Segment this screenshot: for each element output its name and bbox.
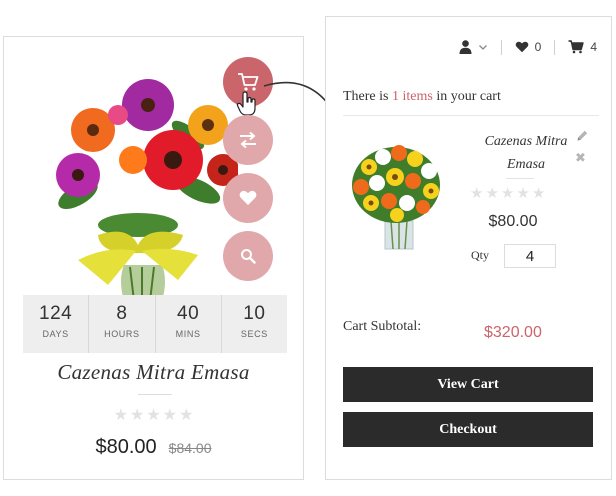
pencil-icon[interactable]: [576, 129, 589, 142]
countdown-value: 8: [116, 303, 128, 324]
countdown-label: SECS: [240, 329, 268, 339]
countdown-label: DAYS: [42, 329, 69, 339]
divider: [343, 115, 599, 116]
cart-item-price: $80.00: [488, 213, 538, 230]
countdown-mins: 40 MINS: [156, 295, 222, 353]
star-icon: ★: [485, 184, 499, 202]
divider: [138, 394, 172, 395]
star-icon: ★: [113, 405, 128, 424]
message-suffix: in your cart: [436, 89, 501, 104]
separator: [500, 39, 502, 55]
star-icon: ★: [146, 405, 161, 424]
countdown-secs: 10 SECS: [222, 295, 287, 353]
divider: [506, 178, 534, 179]
header-toolbar: 0 4: [459, 39, 597, 55]
cart-count: 4: [590, 40, 597, 54]
rating-stars: ★ ★ ★ ★ ★: [4, 405, 303, 425]
quick-view-button[interactable]: [223, 231, 273, 281]
cart-icon: [238, 73, 259, 91]
rating-stars: ★ ★ ★ ★ ★: [469, 184, 546, 203]
star-icon: ★: [179, 405, 194, 424]
user-icon: [459, 40, 472, 54]
remove-item-icon[interactable]: ✖: [575, 151, 586, 166]
wishlist-link[interactable]: 0: [515, 40, 542, 54]
wishlist-count: 0: [534, 40, 542, 54]
search-icon: [241, 249, 256, 264]
star-icon: ★: [162, 405, 178, 424]
star-icon: ★: [531, 184, 546, 202]
hand-cursor-icon: [236, 91, 256, 116]
star-icon: ★: [500, 184, 515, 202]
countdown-value: 124: [39, 303, 73, 324]
message-prefix: There is: [343, 89, 389, 104]
cart-item-count[interactable]: 1 items: [392, 89, 433, 104]
qty-input[interactable]: [504, 244, 556, 268]
star-icon: ★: [129, 405, 145, 424]
countdown-hours: 8 HOURS: [89, 295, 156, 353]
cart-item-name-line: Cazenas Mitra: [484, 134, 568, 149]
product-price: $80.00: [95, 436, 157, 458]
subtotal-value: $320.00: [484, 324, 542, 341]
subtotal-label: Cart Subtotal:: [343, 319, 422, 334]
chevron-down-icon: [478, 45, 487, 50]
heart-icon: [239, 190, 257, 205]
countdown-days: 124 DAYS: [23, 295, 90, 353]
cart-icon: [568, 40, 585, 54]
account-dropdown[interactable]: [459, 40, 488, 54]
compare-arrows-icon: [240, 131, 256, 149]
cart-item-image[interactable]: [349, 135, 443, 251]
star-icon: ★: [470, 184, 484, 202]
product-old-price: $84.00: [168, 440, 212, 456]
qty-label: Qty: [471, 248, 489, 262]
countdown-label: MINS: [175, 329, 201, 339]
checkout-button[interactable]: Checkout: [343, 412, 593, 447]
wishlist-button[interactable]: [223, 173, 273, 223]
product-image[interactable]: [38, 75, 238, 301]
cart-link[interactable]: 4: [568, 40, 597, 54]
heart-icon: [515, 41, 528, 53]
product-title[interactable]: Cazenas Mitra Emasa: [4, 360, 303, 385]
price-row: $80.00 $84.00: [4, 436, 303, 459]
view-cart-button[interactable]: View Cart: [343, 367, 593, 402]
mini-cart-panel: 0 4 There is 1 items in your cart Cazena…: [325, 16, 612, 480]
product-card: 124 DAYS 8 HOURS 40 MINS 10 SECS Cazenas…: [3, 36, 304, 480]
countdown-label: HOURS: [104, 329, 140, 339]
countdown-value: 10: [243, 303, 266, 324]
separator: [554, 39, 556, 55]
countdown-value: 40: [177, 303, 200, 324]
cart-summary-message: There is 1 items in your cart: [343, 89, 501, 105]
star-icon: ★: [516, 184, 530, 202]
countdown-timer: 124 DAYS 8 HOURS 40 MINS 10 SECS: [23, 295, 287, 353]
